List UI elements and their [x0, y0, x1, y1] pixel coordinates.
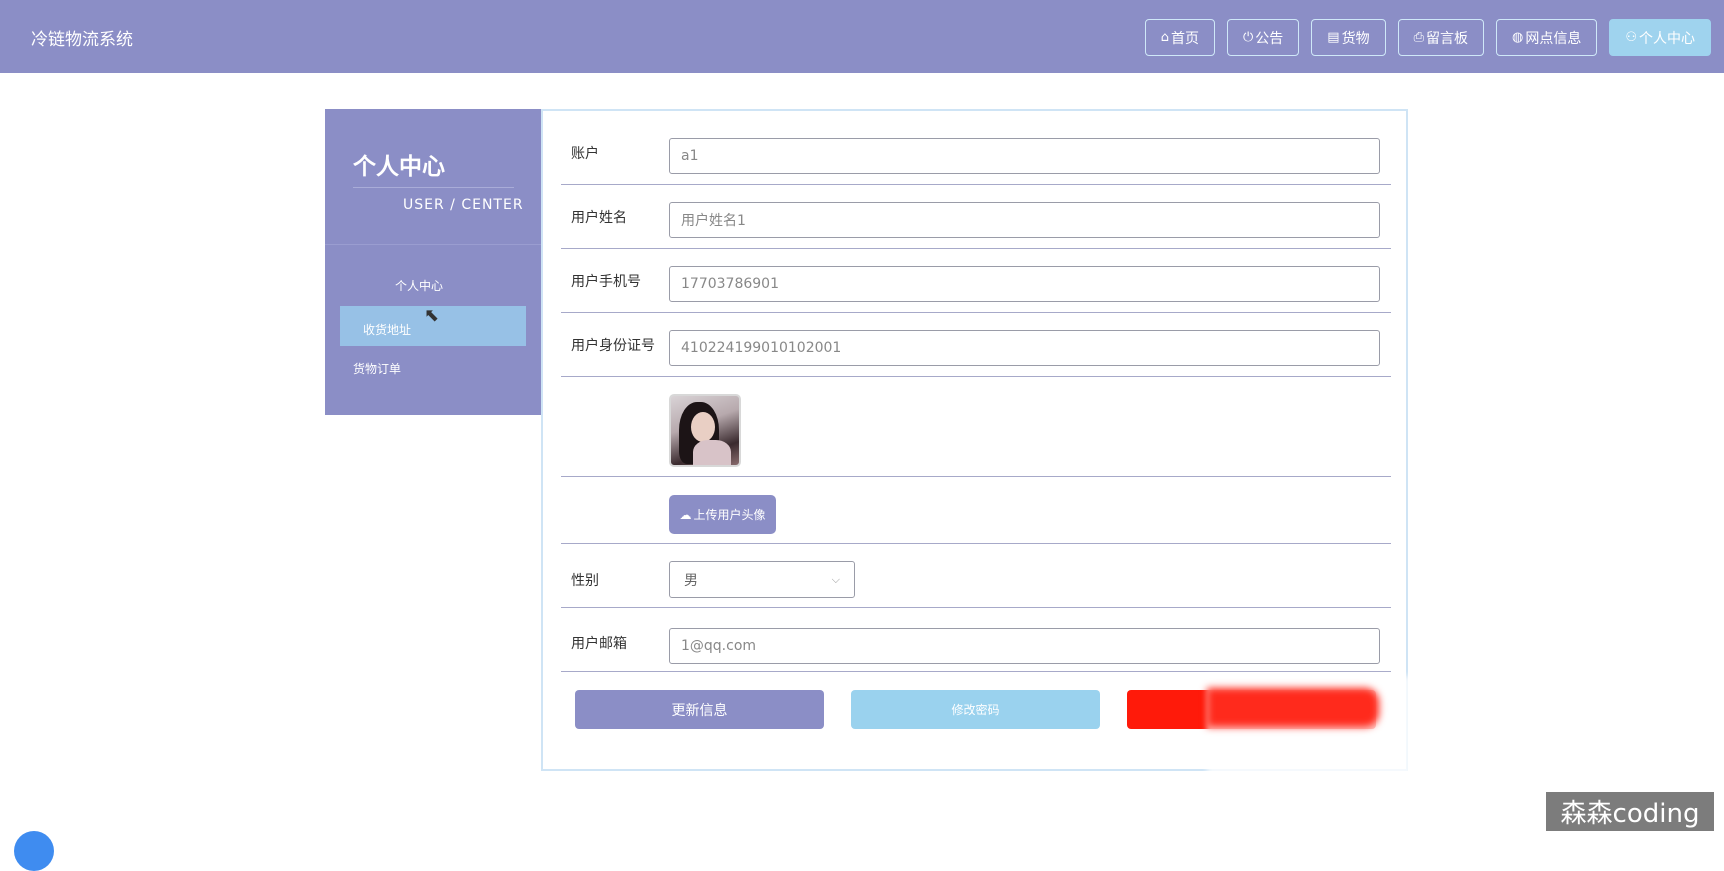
- nav-branch-info-button[interactable]: ◍ 网点信息: [1496, 19, 1598, 56]
- nav-message-board-button[interactable]: ⎙ 留言板: [1397, 19, 1484, 56]
- printer-icon: ⎙: [1413, 30, 1424, 45]
- upload-avatar-button[interactable]: ☁ 上传用户头像: [669, 495, 776, 534]
- sidebar-subtitle: USER / CENTER: [403, 197, 524, 213]
- profile-form: 账户 a1 用户姓名 用户姓名1 用户手机号 17703786901 用户身份证…: [541, 109, 1408, 771]
- nav-branch-info-label: 网点信息: [1525, 30, 1582, 47]
- floating-action-button[interactable]: [14, 831, 54, 871]
- name-label: 用户姓名: [571, 210, 627, 226]
- top-navbar: 冷链物流系统 ⌂ 首页 ⏻ 公告 ▤ 货物 ⎙ 留言板 ◍ 网点信息 ⚇ 个人中…: [0, 0, 1724, 73]
- gender-select[interactable]: 男 ⌵: [669, 561, 855, 598]
- mouse-cursor-icon: ⬉: [424, 305, 440, 326]
- home-icon: ⌂: [1160, 30, 1169, 45]
- account-label: 账户: [571, 146, 599, 162]
- nav-user-center-label: 个人中心: [1639, 30, 1695, 47]
- id-number-label: 用户身份证号: [571, 338, 655, 354]
- account-input[interactable]: a1: [669, 138, 1380, 174]
- gender-value: 男: [684, 572, 698, 589]
- row-divider: [561, 543, 1391, 544]
- update-info-button[interactable]: 更新信息: [575, 690, 824, 729]
- main-nav: ⌂ 首页 ⏻ 公告 ▤ 货物 ⎙ 留言板 ◍ 网点信息 ⚇ 个人中心: [1144, 19, 1711, 56]
- nav-home-button[interactable]: ⌂ 首页: [1144, 19, 1215, 56]
- nav-home-label: 首页: [1171, 30, 1199, 47]
- upload-avatar-label: 上传用户头像: [693, 508, 766, 522]
- id-number-input[interactable]: 410224199010102001: [669, 330, 1380, 366]
- email-label: 用户邮箱: [571, 636, 627, 652]
- sidebar-item-user-center[interactable]: 个人中心: [395, 277, 443, 294]
- row-divider: [561, 248, 1391, 249]
- cloud-upload-icon: ☁: [679, 507, 692, 522]
- nav-goods-button[interactable]: ▤ 货物: [1311, 19, 1386, 56]
- name-input[interactable]: 用户姓名1: [669, 202, 1380, 238]
- row-divider: [561, 184, 1391, 185]
- sidebar-title: 个人中心: [353, 154, 445, 180]
- row-divider: [561, 607, 1391, 608]
- row-divider: [561, 476, 1391, 477]
- chevron-down-icon: ⌵: [831, 572, 840, 586]
- sidebar-divider: [325, 244, 542, 245]
- nav-goods-label: 货物: [1341, 30, 1370, 47]
- row-divider: [561, 312, 1391, 313]
- blurred-button-region: [1207, 688, 1379, 727]
- change-password-button[interactable]: 修改密码: [851, 690, 1100, 729]
- globe-icon: ◍: [1512, 30, 1524, 45]
- nav-announcement-button[interactable]: ⏻ 公告: [1227, 19, 1300, 56]
- email-input[interactable]: 1@qq.com: [669, 628, 1380, 664]
- power-icon: ⏻: [1243, 30, 1254, 45]
- row-divider: [561, 376, 1391, 377]
- sidebar-item-goods-orders[interactable]: 货物订单: [353, 360, 401, 377]
- watermark: 森森coding: [1546, 792, 1714, 831]
- nav-user-center-button[interactable]: ⚇ 个人中心: [1609, 19, 1711, 56]
- phone-input[interactable]: 17703786901: [669, 266, 1380, 302]
- calendar-icon: ▤: [1327, 30, 1340, 45]
- row-divider: [561, 671, 1391, 672]
- gender-label: 性别: [571, 573, 599, 589]
- user-center-sidebar: 个人中心 USER / CENTER 个人中心 收货地址 货物订单: [325, 109, 542, 415]
- nav-announcement-label: 公告: [1255, 30, 1284, 47]
- user-avatar: [669, 394, 741, 467]
- phone-label: 用户手机号: [571, 274, 641, 290]
- sidebar-divider: [353, 187, 514, 188]
- app-title: 冷链物流系统: [31, 30, 133, 50]
- user-icon: ⚇: [1625, 30, 1637, 45]
- nav-message-board-label: 留言板: [1426, 30, 1468, 47]
